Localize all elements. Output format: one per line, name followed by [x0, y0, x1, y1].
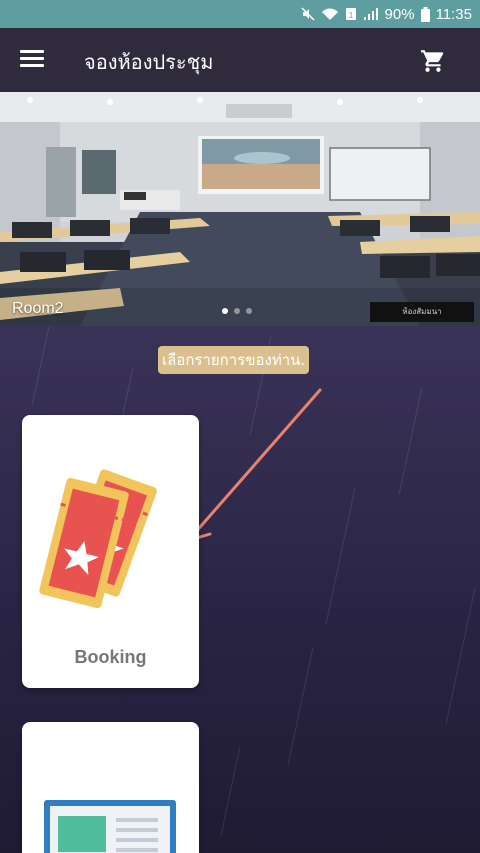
room-photo-label: ห้องสัมมนา: [370, 302, 474, 322]
sim-icon: 1: [345, 7, 357, 21]
room-photo: [0, 92, 480, 326]
signal-icon: [363, 7, 379, 21]
document-card[interactable]: [22, 722, 199, 853]
clock: 11:35: [435, 5, 472, 23]
main-menu: เลือกรายการของท่าน. Booking: [0, 326, 480, 853]
carousel-dot[interactable]: [246, 308, 252, 314]
room-name: Room2: [12, 300, 64, 317]
booking-card[interactable]: Booking: [22, 415, 199, 688]
status-bar: 1 90% 11:35: [0, 0, 480, 28]
hamburger-icon[interactable]: [20, 50, 44, 70]
cart-icon[interactable]: [420, 48, 446, 74]
battery-percent: 90%: [384, 5, 415, 23]
booking-label: Booking: [74, 647, 147, 667]
app-bar: จองห้องประชุม: [0, 28, 480, 92]
page-title: จองห้องประชุม: [84, 50, 214, 74]
document-icon: [44, 800, 176, 853]
ticket-icon: [39, 469, 157, 609]
wifi-icon: [321, 7, 339, 21]
battery-icon: [420, 6, 430, 22]
mute-icon: [301, 7, 315, 21]
carousel-indicator: [222, 308, 252, 314]
carousel-dot[interactable]: [222, 308, 228, 314]
svg-text:1: 1: [348, 11, 353, 20]
carousel-dot[interactable]: [234, 308, 240, 314]
room-carousel[interactable]: Room2 ห้องสัมมนา: [0, 92, 480, 326]
